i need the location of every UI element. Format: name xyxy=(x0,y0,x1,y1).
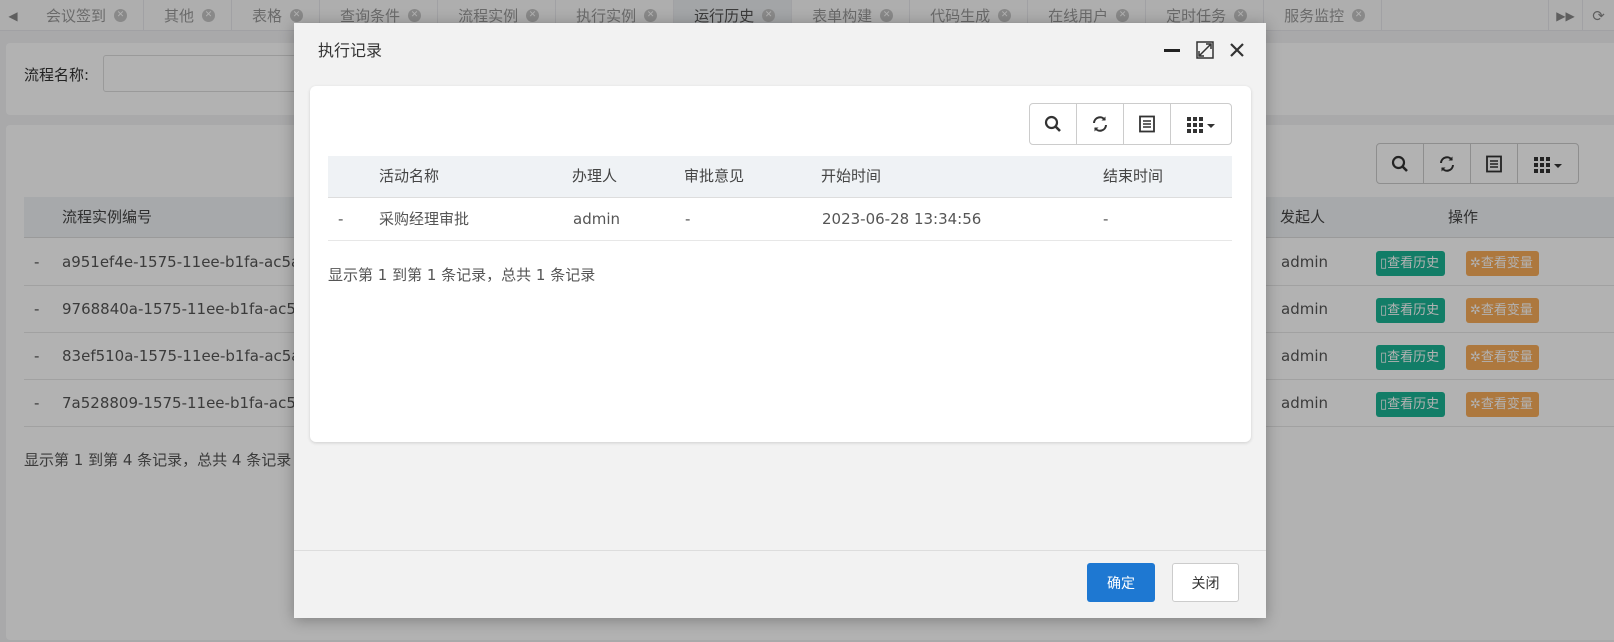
dialog-title: 执行记录 xyxy=(318,41,383,60)
dialog-table-toolbar xyxy=(1029,103,1232,145)
column-header-end-time: 结束时间 xyxy=(1103,167,1164,185)
activity-name: 采购经理审批 xyxy=(379,210,470,228)
assignee: admin xyxy=(573,210,620,228)
confirm-button[interactable]: 确定 xyxy=(1087,563,1155,602)
dialog-footer: 确定 关闭 xyxy=(294,550,1266,618)
refresh-icon xyxy=(1093,116,1107,132)
close-dialog-button[interactable] xyxy=(1226,39,1248,61)
close-button[interactable]: 关闭 xyxy=(1172,563,1239,602)
dialog-refresh-button[interactable] xyxy=(1077,104,1124,144)
table-row[interactable]: - 采购经理审批 admin - 2023-06-28 13:34:56 - xyxy=(328,198,1232,241)
execution-table-header: 活动名称 办理人 审批意见 开始时间 结束时间 xyxy=(328,156,1232,198)
columns-icon xyxy=(1187,117,1215,133)
close-icon xyxy=(1230,43,1244,57)
end-time: - xyxy=(1103,210,1109,228)
start-time: 2023-06-28 13:34:56 xyxy=(822,210,982,228)
maximize-icon xyxy=(1196,41,1214,59)
minimize-button[interactable] xyxy=(1161,39,1183,61)
approval-comment: - xyxy=(685,210,691,228)
maximize-button[interactable] xyxy=(1194,39,1216,61)
column-header-activity: 活动名称 xyxy=(379,167,440,185)
toggle-view-icon xyxy=(1139,115,1155,133)
row-index: - xyxy=(338,210,344,228)
column-header-start-time: 开始时间 xyxy=(821,167,882,185)
dialog-columns-button[interactable] xyxy=(1171,104,1231,144)
dialog-table-summary: 显示第 1 到第 1 条记录，总共 1 条记录 xyxy=(328,266,596,284)
execution-record-dialog: 执行记录 活动名称 办理人 审批意见 开始时间 结束时间 - 采购经理审批 ad… xyxy=(294,23,1266,618)
dialog-search-button[interactable] xyxy=(1030,104,1077,144)
search-icon xyxy=(1044,115,1061,132)
column-header-comment: 审批意见 xyxy=(684,167,745,185)
dialog-body: 活动名称 办理人 审批意见 开始时间 结束时间 - 采购经理审批 admin -… xyxy=(310,86,1251,442)
minimize-icon xyxy=(1164,49,1180,52)
dialog-toggle-view-button[interactable] xyxy=(1124,104,1171,144)
column-header-assignee: 办理人 xyxy=(572,167,618,185)
